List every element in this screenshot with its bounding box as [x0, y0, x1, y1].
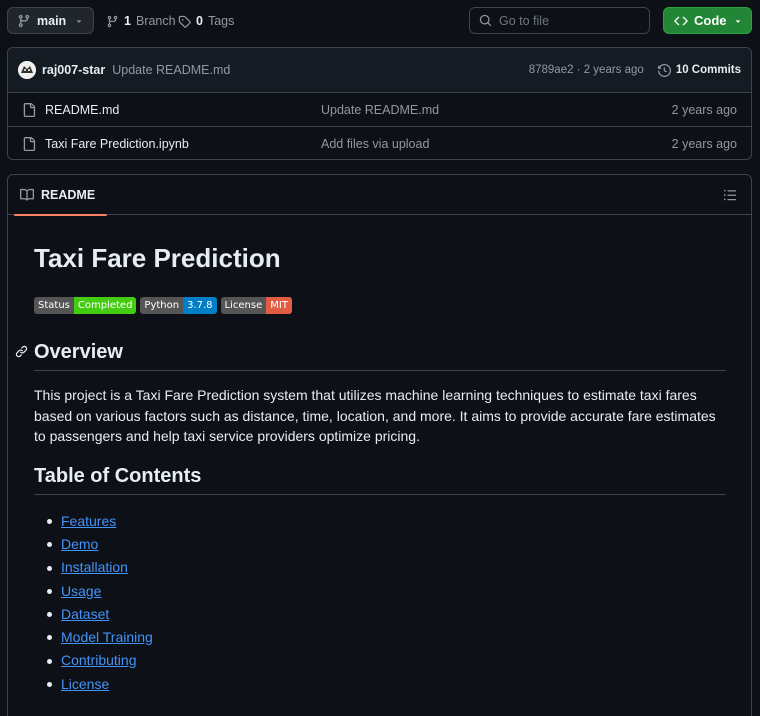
overview-paragraph: This project is a Taxi Fare Prediction s… [34, 387, 716, 444]
book-icon [20, 188, 34, 202]
history-icon [657, 63, 671, 77]
toc-link-license[interactable]: License [61, 676, 109, 692]
outline-button[interactable] [717, 183, 743, 207]
badge-value: MIT [266, 297, 292, 314]
branch-selector-button[interactable]: main [7, 7, 94, 34]
file-name[interactable]: Taxi Fare Prediction.ipynb [45, 137, 321, 151]
file-name[interactable]: README.md [45, 103, 321, 117]
list-item: Features [34, 509, 153, 532]
code-icon [674, 14, 688, 28]
branches-link[interactable]: 1 Branch [106, 12, 176, 30]
toc-link-model-training[interactable]: Model Training [61, 629, 153, 645]
license-badge[interactable]: License MIT [220, 297, 292, 314]
overview-heading: Overview [15, 341, 726, 371]
status-badge[interactable]: Status Completed [34, 297, 137, 314]
file-row[interactable]: Taxi Fare Prediction.ipynb Add files via… [8, 127, 751, 159]
repo-toolbar: main 1 Branch 0 Tags Code [0, 0, 760, 42]
list-item: Contributing [34, 649, 153, 672]
latest-commit-bar: raj007-star Update README.md 8789ae2 · 2… [8, 48, 751, 93]
commit-hash-age[interactable]: 8789ae2 · 2 years ago [529, 64, 644, 76]
file-browser: raj007-star Update README.md 8789ae2 · 2… [7, 47, 752, 160]
list-item: License [34, 672, 153, 695]
chevron-down-icon [74, 16, 84, 26]
badge-label: Status [34, 297, 74, 314]
file-commit-age: 2 years ago [671, 102, 737, 117]
list-item: Demo [34, 532, 153, 555]
readme-tab-label: README [41, 187, 96, 202]
badge-label: Python [140, 297, 184, 314]
branch-count: 1 [124, 14, 131, 28]
branch-name: main [37, 13, 67, 28]
toc-list: Features Demo Installation Usage Dataset… [34, 509, 153, 695]
file-row[interactable]: README.md Update README.md 2 years ago [8, 93, 751, 127]
toc-heading: Table of Contents [34, 465, 726, 495]
toc-heading-text: Table of Contents [34, 465, 202, 487]
toc-link-usage[interactable]: Usage [61, 583, 101, 599]
toc-link-installation[interactable]: Installation [61, 559, 128, 575]
toc-link-demo[interactable]: Demo [61, 536, 98, 552]
tag-icon [178, 15, 191, 28]
readme-header: README [8, 175, 751, 216]
badge-value: Completed [73, 297, 137, 314]
list-item: Usage [34, 579, 153, 602]
commits-count: 10 Commits [675, 64, 741, 76]
toc-link-dataset[interactable]: Dataset [61, 606, 109, 622]
search-icon [479, 14, 492, 27]
branch-label: Branch [135, 14, 176, 28]
tags-link[interactable]: 0 Tags [178, 12, 234, 30]
tab-readme[interactable]: README [8, 175, 108, 216]
avatar[interactable] [18, 61, 36, 79]
code-button-label: Code [694, 13, 727, 28]
go-to-file-input[interactable] [499, 13, 639, 28]
badge-value: 3.7.8 [183, 297, 217, 314]
toc-link-features[interactable]: Features [61, 513, 116, 529]
readme-panel: README Taxi Fare Prediction Status Compl… [7, 174, 752, 716]
list-unordered-icon [723, 188, 737, 202]
file-commit-message[interactable]: Update README.md [321, 103, 439, 117]
link-icon[interactable] [15, 345, 28, 358]
list-item: Installation [34, 556, 153, 579]
badge-row: Status Completed Python 3.7.8 License MI… [34, 297, 292, 314]
python-badge[interactable]: Python 3.7.8 [140, 297, 217, 314]
file-icon [22, 137, 36, 151]
go-to-file-search[interactable] [469, 7, 650, 34]
toc-link-contributing[interactable]: Contributing [61, 652, 137, 668]
badge-label: License [220, 297, 267, 314]
readme-title: Taxi Fare Prediction [34, 243, 281, 273]
file-commit-message[interactable]: Add files via upload [321, 137, 429, 151]
git-branch-icon [17, 14, 31, 28]
file-icon [22, 102, 36, 117]
tag-count: 0 [196, 14, 203, 28]
file-commit-age: 2 years ago [671, 137, 737, 151]
list-item: Model Training [34, 625, 153, 648]
git-branch-icon [106, 15, 119, 28]
commits-history-link[interactable]: 10 Commits [657, 63, 741, 77]
list-item: Dataset [34, 602, 153, 625]
commit-message[interactable]: Update README.md [112, 63, 230, 77]
commit-author[interactable]: raj007-star [42, 63, 105, 77]
tag-label: Tags [207, 14, 235, 28]
chevron-down-icon [733, 16, 743, 26]
code-button[interactable]: Code [663, 7, 752, 34]
overview-heading-text: Overview [34, 341, 123, 363]
